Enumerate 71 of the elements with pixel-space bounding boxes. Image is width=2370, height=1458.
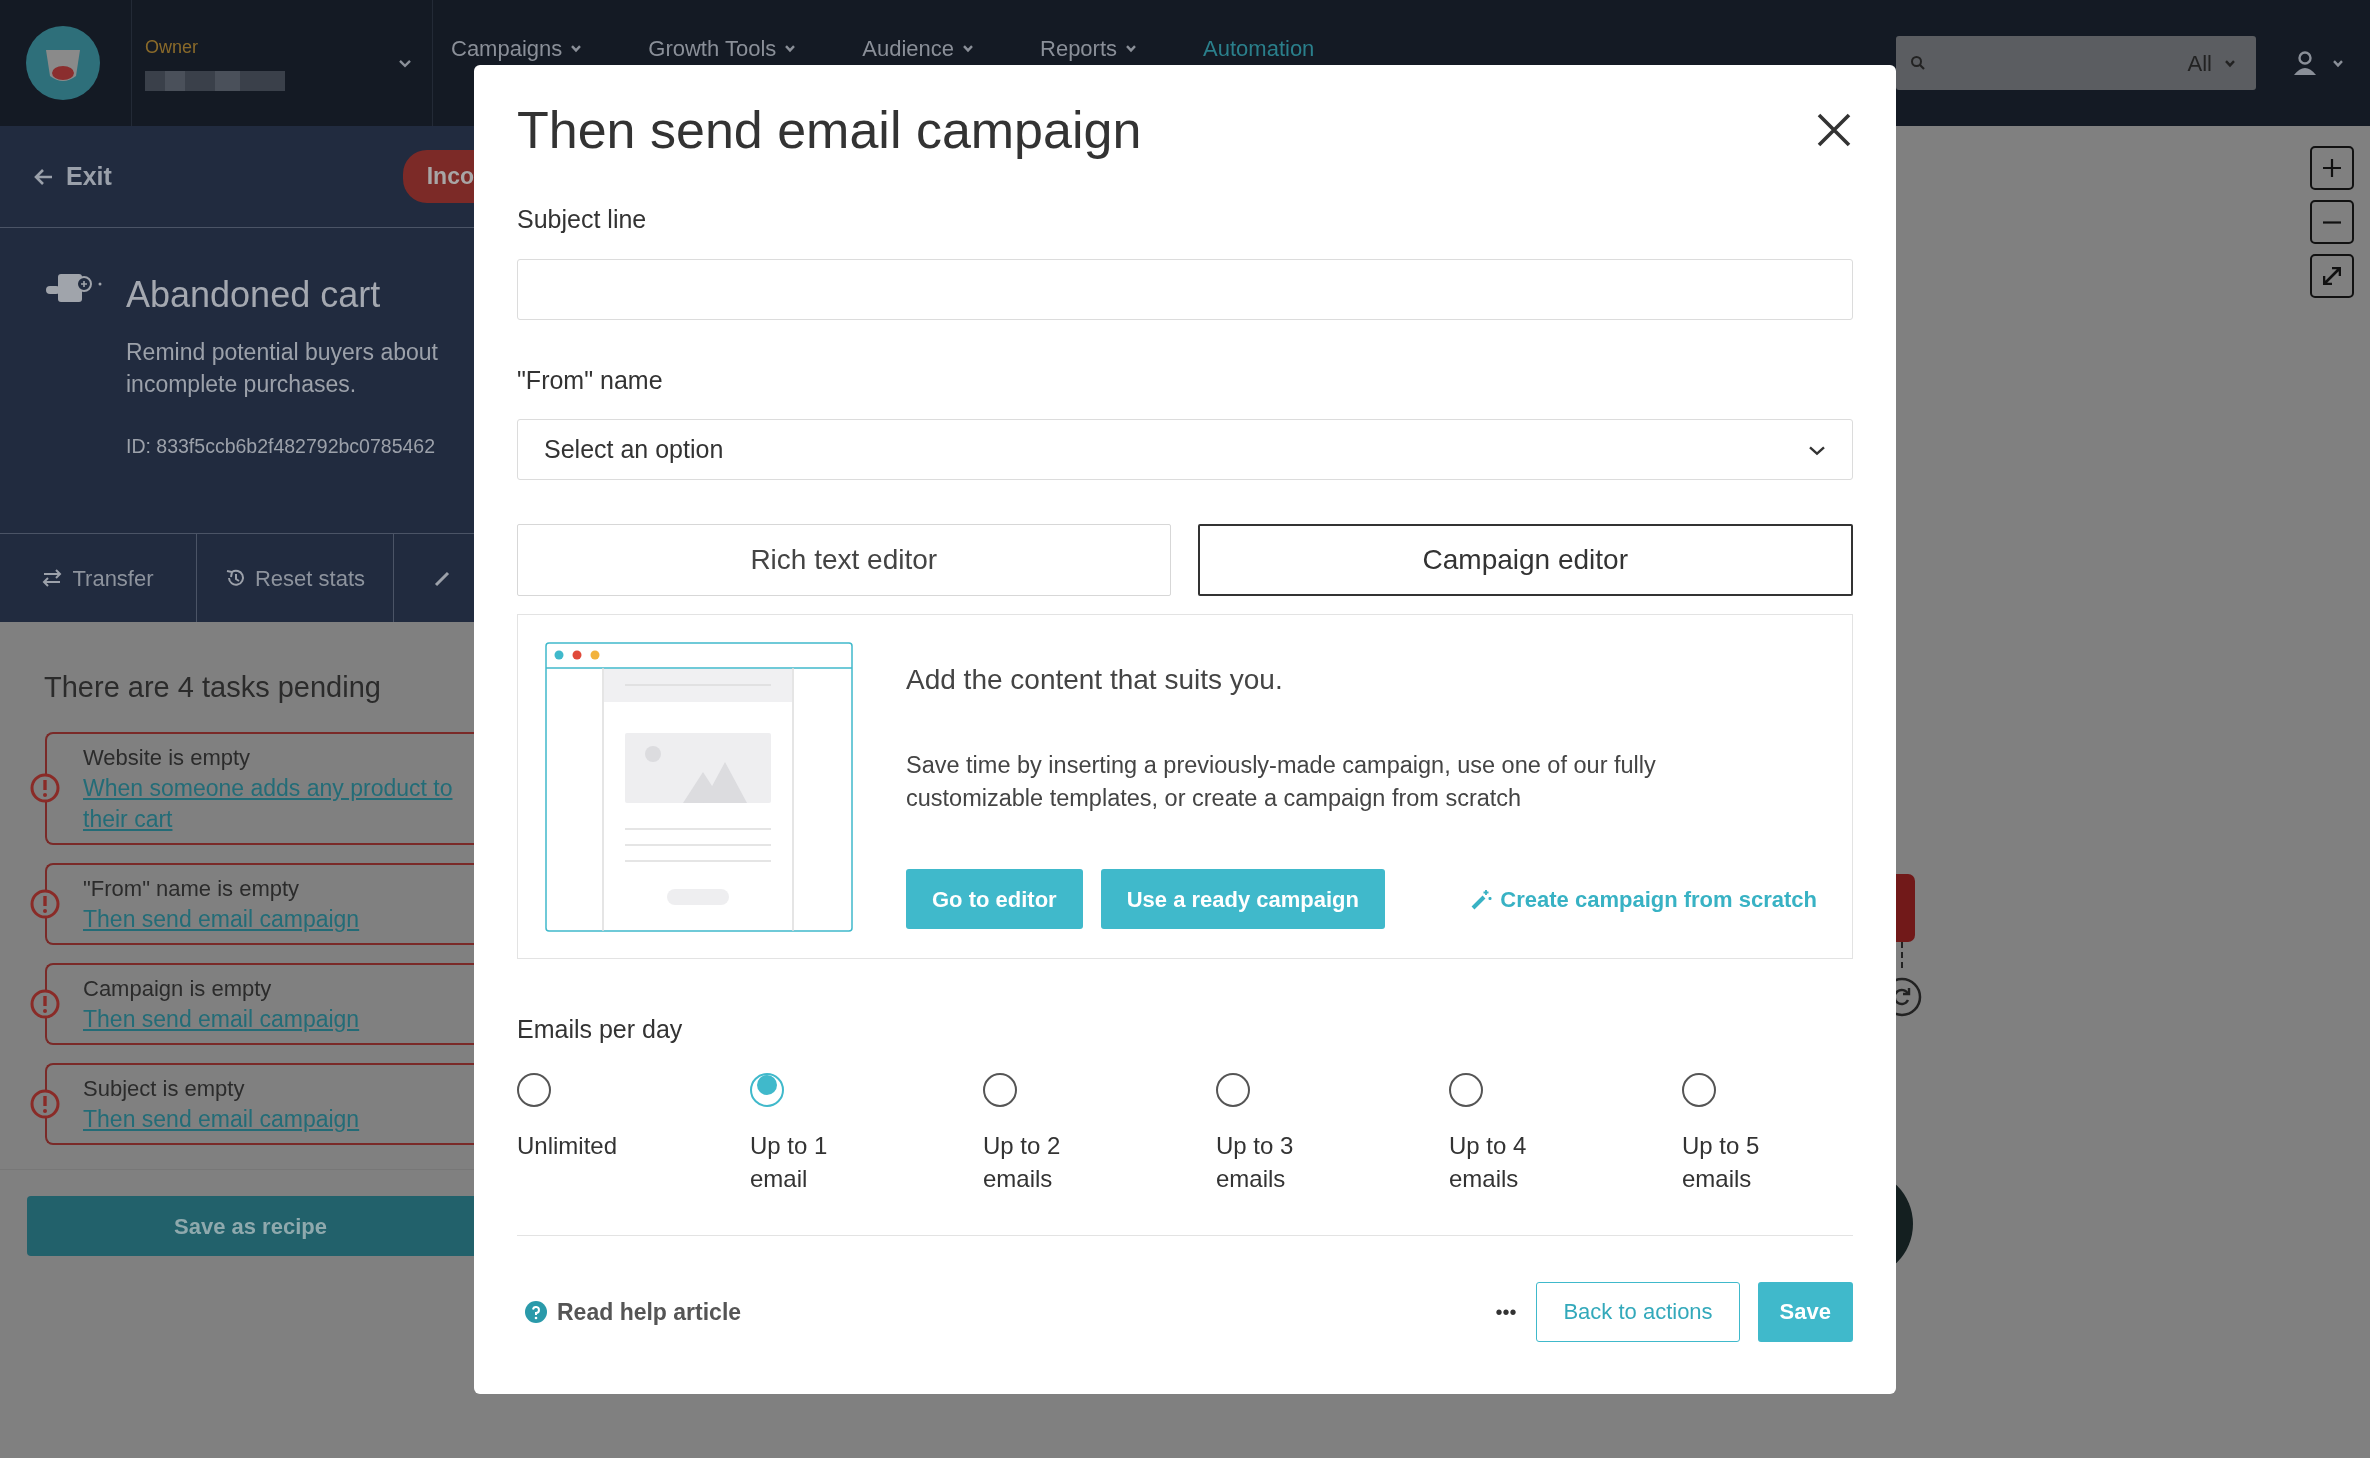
radio-button[interactable] — [1682, 1072, 1716, 1107]
field-label: "From" name — [517, 364, 664, 396]
status-badge: Inco — [402, 150, 474, 203]
radio-label: Up to 1 email — [750, 1130, 829, 1194]
task-title: Subject is empty — [83, 1074, 246, 1103]
radio-button[interactable] — [1216, 1072, 1250, 1107]
back-arrow-icon — [34, 166, 54, 187]
search-field[interactable]: All — [1896, 36, 2256, 90]
radio-label: Up to 4 emails — [1449, 1130, 1528, 1194]
expand-icon — [2323, 267, 2341, 285]
help-link[interactable]: Read help article — [525, 1294, 742, 1330]
subject-input[interactable] — [517, 258, 1853, 320]
save-button[interactable]: Save — [1757, 1281, 1853, 1342]
radio-label: Up to 2 emails — [983, 1130, 1062, 1194]
logo-icon — [26, 26, 100, 100]
exit-button[interactable]: Exit — [28, 156, 118, 197]
editor-tab[interactable]: Campaign editor — [1197, 524, 1853, 597]
plus-icon — [2322, 158, 2342, 178]
editor-tab[interactable]: Rich text editor — [517, 524, 1171, 597]
pencil-icon — [434, 569, 452, 587]
close-button[interactable] — [1817, 113, 1851, 148]
warning-icon — [30, 773, 60, 803]
radio-button[interactable] — [517, 1072, 551, 1107]
reset-stats-button[interactable]: Reset stats — [197, 534, 394, 622]
nav-tab[interactable]: Automation — [1203, 31, 1315, 65]
nav-tab[interactable]: Growth Tools — [648, 31, 797, 65]
modal-title: Then send email campaign — [517, 100, 1142, 161]
back-button[interactable]: Back to actions — [1536, 1281, 1740, 1342]
go-to-editor-button[interactable]: Go to editor — [906, 869, 1083, 930]
history-icon — [224, 568, 245, 588]
user-icon — [2292, 50, 2318, 76]
radio-button[interactable] — [1449, 1072, 1483, 1107]
tasks-heading: There are 4 tasks pending — [44, 670, 382, 705]
radio-button[interactable] — [983, 1072, 1017, 1107]
nav-tab[interactable]: Audience — [862, 31, 974, 65]
scope-dropdown[interactable]: All — [2181, 45, 2242, 81]
ready-campaign-button[interactable]: Use a ready campaign — [1100, 869, 1385, 930]
nav-tab[interactable]: Campaigns — [451, 31, 583, 65]
close-icon — [1817, 113, 1851, 148]
workflow-description: Remind potential buyers about incomplete purchases. — [126, 338, 438, 399]
field-label: Emails per day — [517, 1014, 684, 1046]
search-icon — [1910, 55, 1926, 71]
nav-tab[interactable]: Reports — [1040, 31, 1138, 65]
warning-icon — [30, 988, 60, 1019]
task-title: "From" name is empty — [83, 874, 301, 903]
radio-button[interactable] — [750, 1072, 784, 1107]
save-recipe-button[interactable]: Save as recipe — [27, 1196, 474, 1256]
workflow-title: Abandoned cart — [126, 273, 382, 317]
task-title: Website is empty — [83, 743, 252, 772]
help-icon — [525, 1300, 547, 1323]
from-name-select[interactable]: Select an option — [517, 419, 1853, 481]
transfer-button[interactable]: Transfer — [0, 534, 197, 622]
radio-label: Up to 3 emails — [1216, 1130, 1295, 1194]
field-label: Subject line — [517, 204, 648, 236]
more-button[interactable]: ••• — [1489, 1295, 1523, 1328]
workflow-id: ID: 833f5ccb6b2f482792bc0785462 — [126, 434, 436, 459]
zoom-out-button[interactable] — [2310, 200, 2354, 244]
radio-label: Unlimited — [517, 1130, 618, 1161]
create-from-scratch-link[interactable]: Create campaign from scratch — [1470, 882, 1817, 916]
warning-icon — [30, 1088, 60, 1119]
magic-wand-icon — [1470, 888, 1493, 911]
warning-icon — [30, 888, 60, 919]
transfer-icon — [42, 568, 63, 588]
task-title: Campaign is empty — [83, 974, 273, 1003]
role-label: Owner — [145, 35, 199, 59]
content-heading: Add the content that suits you. — [906, 663, 1284, 698]
zoom-in-button[interactable] — [2310, 146, 2354, 190]
radio-label: Up to 5 emails — [1682, 1130, 1761, 1194]
content-description: Save time by inserting a previously-made campaign, use one of our fully customizable templates, or create a campaign from scratch — [906, 751, 1657, 814]
minus-icon — [2323, 220, 2341, 224]
fit-screen-button[interactable] — [2310, 254, 2354, 298]
